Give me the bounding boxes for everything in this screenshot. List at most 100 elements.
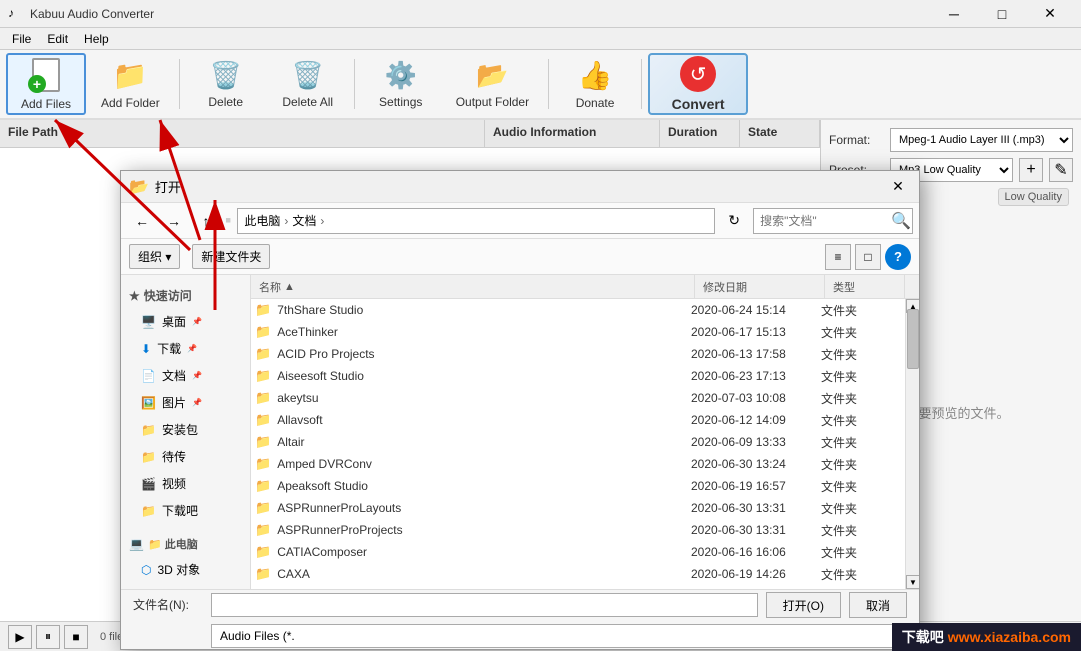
- edit-preset-button[interactable]: ✎: [1049, 158, 1073, 182]
- scrollbar[interactable]: ▲ ▼: [905, 299, 919, 589]
- scroll-down-arrow[interactable]: ▼: [906, 575, 919, 589]
- videos-icon: 🎬: [141, 477, 156, 491]
- table-row[interactable]: 📁 ASPRunnerProLayouts 2020-06-30 13:31 文…: [251, 497, 905, 519]
- folder-icon: 📁: [255, 544, 271, 560]
- delete-all-button[interactable]: 🗑️ Delete All: [268, 53, 348, 115]
- table-row[interactable]: 📁 Amped DVRConv 2020-06-30 13:24 文件夹: [251, 453, 905, 475]
- format-select[interactable]: Mpeg-1 Audio Layer III (.mp3): [890, 128, 1073, 152]
- sidebar-item-pending[interactable]: 📁 待传: [121, 443, 250, 470]
- table-row[interactable]: 📁 Allavsoft 2020-06-12 14:09 文件夹: [251, 409, 905, 431]
- help-button[interactable]: ?: [885, 244, 911, 270]
- table-row[interactable]: 📁 akeytsu 2020-07-03 10:08 文件夹: [251, 387, 905, 409]
- settings-button[interactable]: ⚙️ Settings: [361, 53, 441, 115]
- stop-button[interactable]: ■: [64, 625, 88, 649]
- menu-file[interactable]: File: [4, 30, 39, 48]
- table-row[interactable]: 📁 Apeaksoft Studio 2020-06-19 16:57 文件夹: [251, 475, 905, 497]
- filename-input[interactable]: [211, 593, 758, 617]
- menu-help[interactable]: Help: [76, 30, 117, 48]
- output-folder-button[interactable]: 📂 Output Folder: [443, 53, 542, 115]
- dialog-close-button[interactable]: ✕: [885, 174, 911, 200]
- dialog-back-button[interactable]: ←: [129, 208, 155, 234]
- maximize-button[interactable]: □: [979, 0, 1025, 28]
- convert-button[interactable]: ↺ Convert: [648, 53, 748, 115]
- dialog-search-input[interactable]: [753, 208, 913, 234]
- file-name-cell: 📁 Altair: [255, 434, 691, 450]
- play-button[interactable]: ▶: [8, 625, 32, 649]
- delete-label: Delete: [208, 95, 243, 109]
- star-icon: ★: [129, 289, 140, 303]
- cancel-button[interactable]: 取消: [849, 592, 907, 618]
- table-row[interactable]: 📁 Aiseesoft Studio 2020-06-23 17:13 文件夹: [251, 365, 905, 387]
- folder-icon: 📁: [255, 324, 271, 340]
- sidebar-item-xiazaiba[interactable]: 📁 下载吧: [121, 497, 250, 524]
- filetype-select[interactable]: Audio Files (*.: [211, 624, 907, 648]
- file-name-cell: 📁 Aiseesoft Studio: [255, 368, 691, 384]
- table-row[interactable]: 📁 CATIAComposer 2020-06-16 16:06 文件夹: [251, 541, 905, 563]
- pin-icon-pictures: 📌: [192, 398, 202, 407]
- add-preset-button[interactable]: +: [1019, 158, 1043, 182]
- table-row[interactable]: 📁 Altair 2020-06-09 13:33 文件夹: [251, 431, 905, 453]
- table-row[interactable]: 📁 ASPRunnerProProjects 2020-06-30 13:31 …: [251, 519, 905, 541]
- addr-part-1: 此电脑: [244, 212, 280, 229]
- folder-icon: 📁: [255, 368, 271, 384]
- sidebar-item-downloads[interactable]: ⬇ 下载 📌: [121, 335, 250, 362]
- pause-button[interactable]: ⏸: [36, 625, 60, 649]
- dialog-refresh-button[interactable]: ↻: [721, 208, 747, 234]
- sidebar-item-pictures[interactable]: 🖼️ 图片 📌: [121, 389, 250, 416]
- menu-edit[interactable]: Edit: [39, 30, 76, 48]
- file-date-cell: 2020-06-17 15:13: [691, 325, 821, 339]
- file-date-cell: 2020-06-19 14:26: [691, 567, 821, 581]
- addr-part-2: 文档: [292, 212, 316, 229]
- pane-button[interactable]: □: [855, 244, 881, 270]
- this-pc-section: 💻 📁 此电脑 ⬡ 3D 对象 🎬 视频 🖼️ 图片 📄 文档: [121, 528, 250, 589]
- dialog-action-bar: 组织 ▾ 新建文件夹 ≡ □ ?: [121, 239, 919, 275]
- menu-bar: File Edit Help: [0, 28, 1081, 50]
- dialog-footer: 文件名(N): 打开(O) 取消 Audio Files (*.: [121, 589, 919, 649]
- file-name-cell: 📁 ASPRunnerProProjects: [255, 522, 691, 538]
- table-row[interactable]: 📁 ACID Pro Projects 2020-06-13 17:58 文件夹: [251, 343, 905, 365]
- 3d-icon: ⬡: [141, 563, 151, 577]
- sidebar-item-3d[interactable]: ⬡ 3D 对象: [121, 556, 250, 583]
- sidebar-item-desktop[interactable]: 🖥️ 桌面 📌: [121, 308, 250, 335]
- table-row[interactable]: 📁 CAXA 2020-06-19 14:26 文件夹: [251, 563, 905, 585]
- folder-icon: 📁: [255, 412, 271, 428]
- table-row[interactable]: 📁 7thShare Studio 2020-06-24 15:14 文件夹: [251, 299, 905, 321]
- view-toggle-button[interactable]: ≡: [825, 244, 851, 270]
- col-header-type[interactable]: 类型: [825, 275, 905, 298]
- organize-button[interactable]: 组织 ▾: [129, 244, 180, 269]
- minimize-button[interactable]: ─: [931, 0, 977, 28]
- dialog-file-header: 名称 ▲ 修改日期 类型: [251, 275, 919, 299]
- dialog-up-button[interactable]: ↑: [193, 208, 219, 234]
- add-files-button[interactable]: + Add Files: [6, 53, 86, 115]
- pin-icon-desktop: 📌: [192, 317, 202, 326]
- file-name-cell: 📁 CATIAComposer: [255, 544, 691, 560]
- open-button[interactable]: 打开(O): [766, 592, 841, 618]
- dialog-forward-button[interactable]: →: [161, 208, 187, 234]
- sidebar-item-install[interactable]: 📁 安装包: [121, 416, 250, 443]
- dialog-file-list[interactable]: 📁 7thShare Studio 2020-06-24 15:14 文件夹 📁…: [251, 299, 905, 589]
- col-header-name[interactable]: 名称 ▲: [251, 275, 695, 298]
- file-type-cell: 文件夹: [821, 500, 901, 517]
- col-header-date[interactable]: 修改日期: [695, 275, 825, 298]
- pc-icon: 💻: [129, 537, 144, 551]
- donate-button[interactable]: 👍 Donate: [555, 53, 635, 115]
- desktop-icon: 🖥️: [141, 315, 156, 329]
- sidebar-item-videos[interactable]: 🎬 视频: [121, 470, 250, 497]
- donate-icon: 👍: [577, 59, 613, 92]
- file-list-header: File Path Audio Information Duration Sta…: [0, 120, 820, 148]
- convert-icon: ↺: [680, 56, 716, 92]
- toolbar: + Add Files 📁 Add Folder 🗑️ Delete 🗑️ De…: [0, 50, 1081, 120]
- file-type-cell: 文件夹: [821, 346, 901, 363]
- table-row[interactable]: 📁 AceThinker 2020-06-17 15:13 文件夹: [251, 321, 905, 343]
- add-folder-button[interactable]: 📁 Add Folder: [88, 53, 173, 115]
- dialog-address-bar[interactable]: 此电脑 › 文档 ›: [237, 208, 715, 234]
- file-date-cell: 2020-06-24 15:14: [691, 303, 821, 317]
- file-name-cell: 📁 CAXA: [255, 566, 691, 582]
- close-button[interactable]: ✕: [1027, 0, 1073, 28]
- watermark-site: www.xiazaiba.com: [948, 629, 1071, 645]
- scroll-thumb[interactable]: [907, 309, 919, 369]
- quick-access-header: ★ 快速访问: [121, 283, 250, 308]
- sidebar-item-documents[interactable]: 📄 文档 📌: [121, 362, 250, 389]
- delete-button[interactable]: 🗑️ Delete: [186, 53, 266, 115]
- new-folder-button[interactable]: 新建文件夹: [192, 244, 270, 269]
